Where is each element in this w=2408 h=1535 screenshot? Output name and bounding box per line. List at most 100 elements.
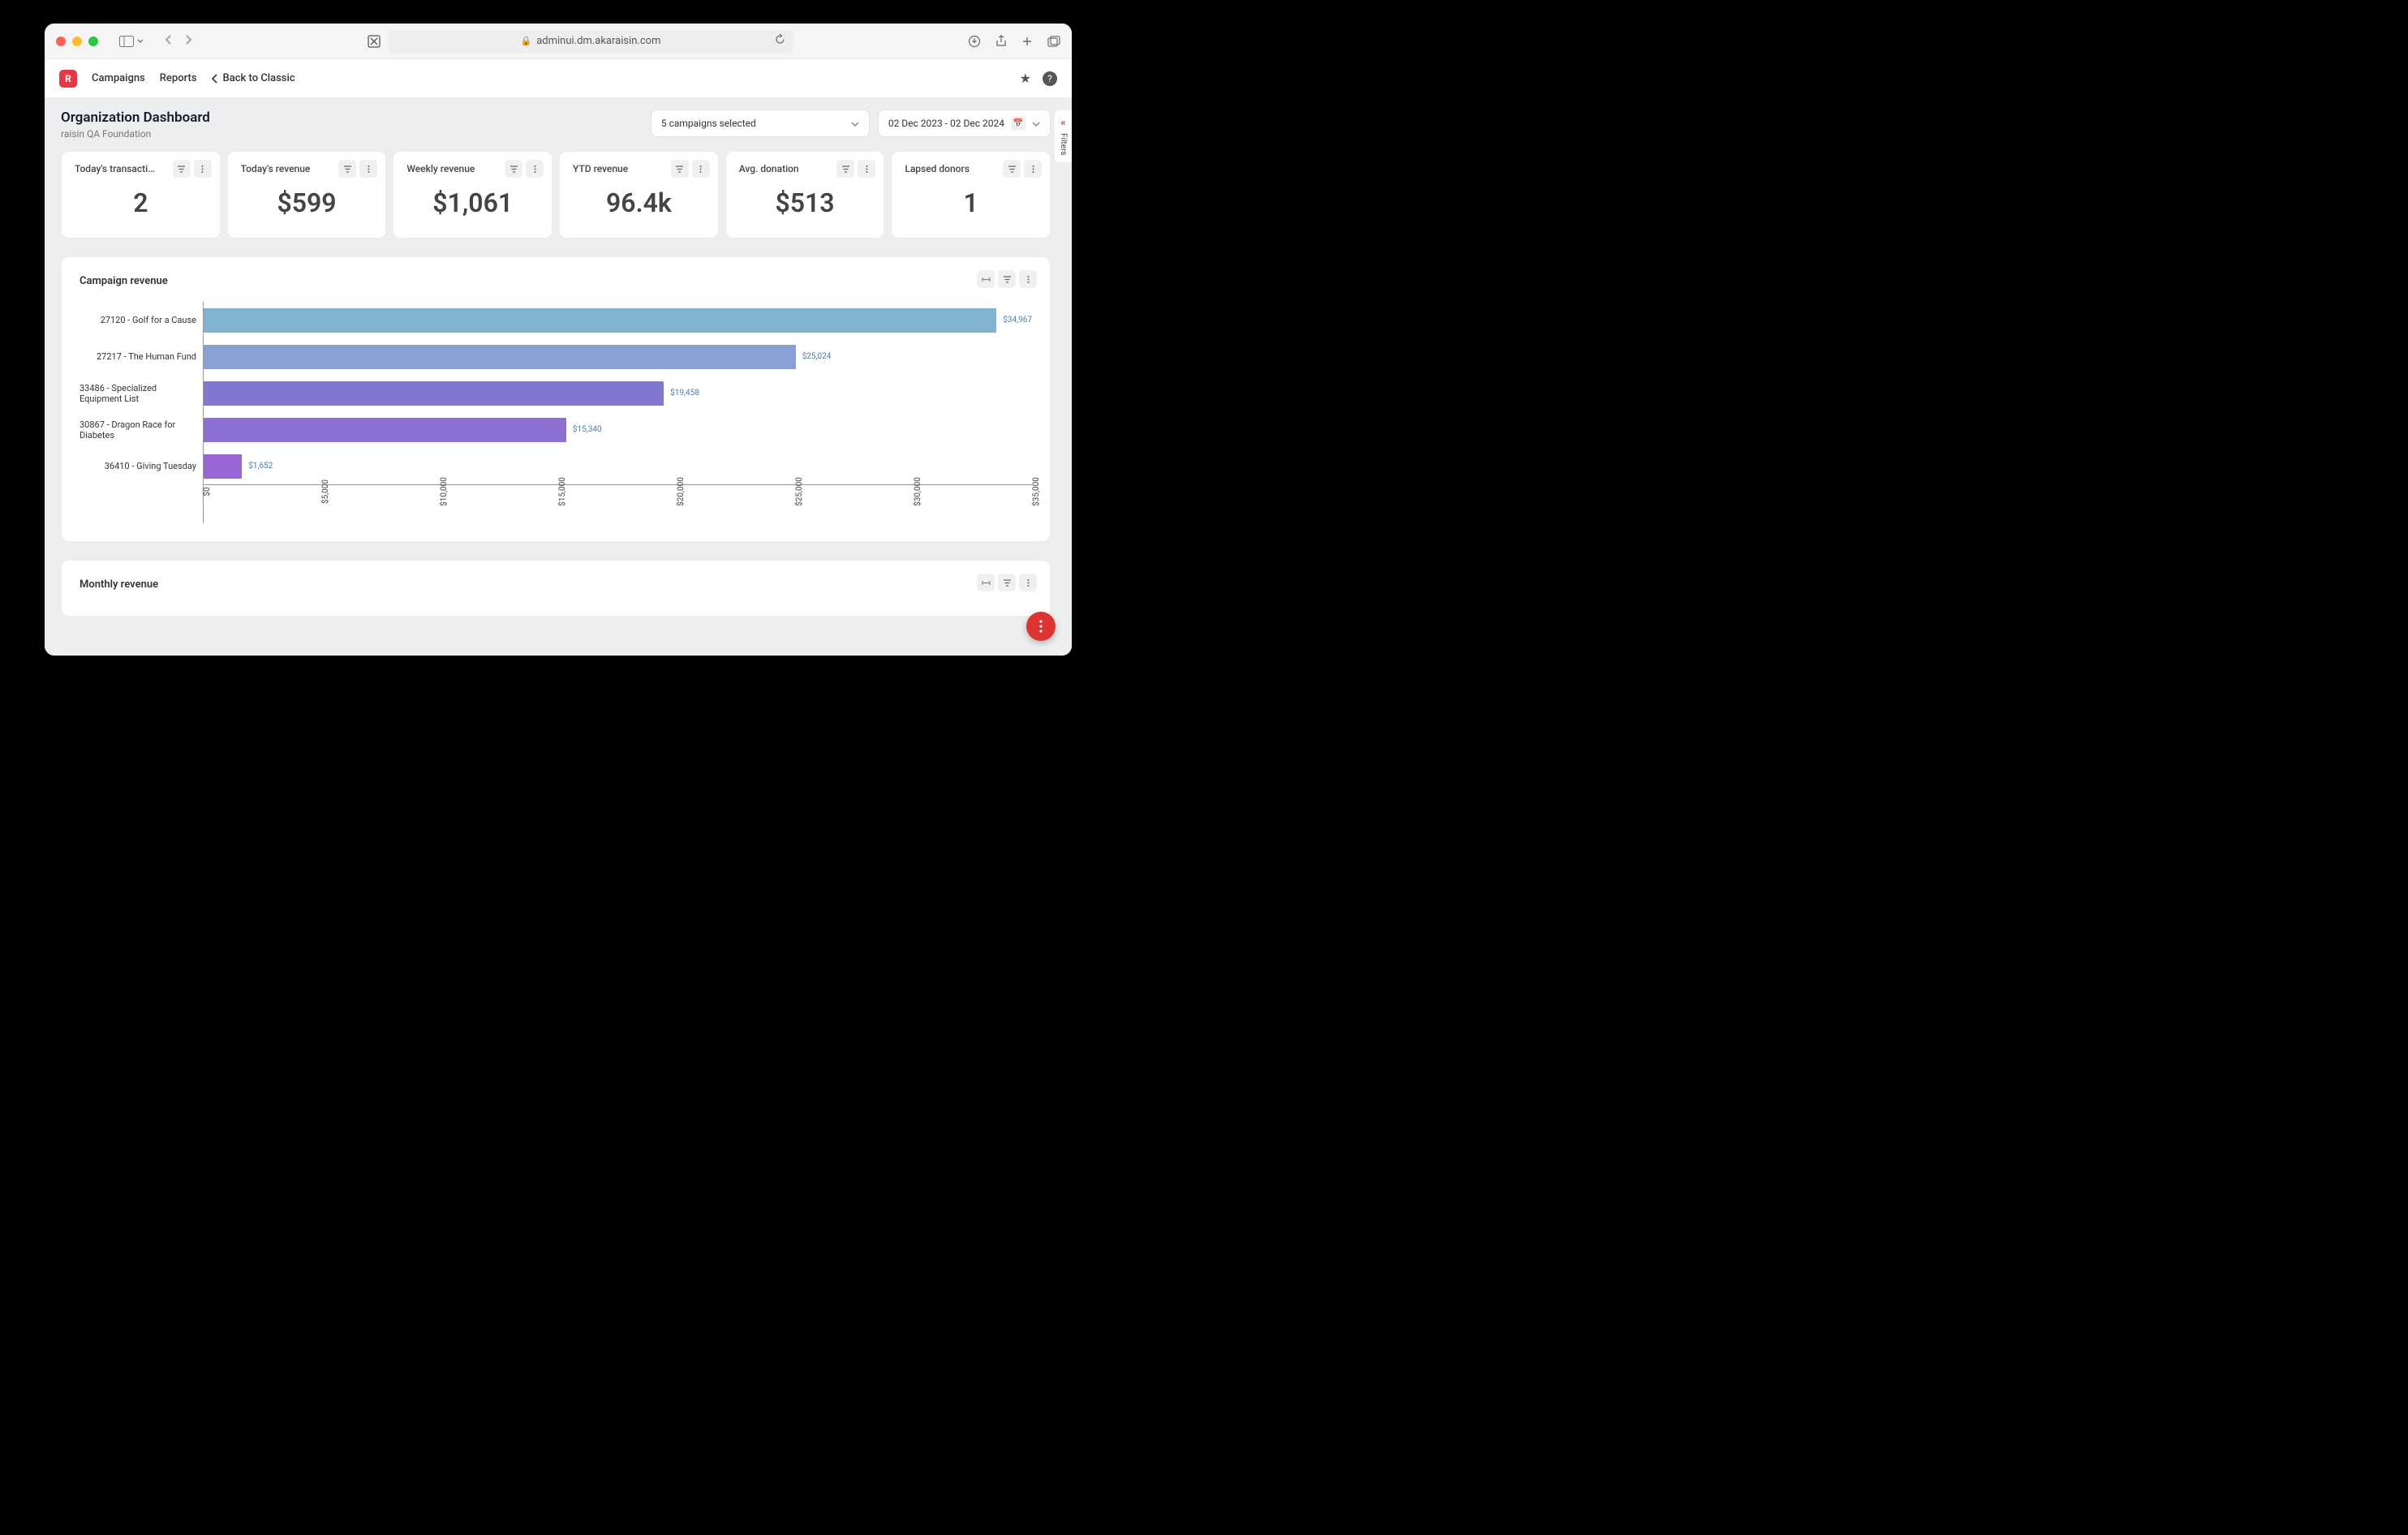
new-tab-icon[interactable]: [1021, 35, 1033, 48]
minimize-window-button[interactable]: [72, 37, 82, 46]
more-icon[interactable]: [1019, 270, 1037, 288]
chart-bar-value: $25,024: [802, 352, 832, 361]
titlebar: 🔒 adminui.dm.akaraisin.com: [45, 24, 1072, 59]
nav-reports[interactable]: Reports: [160, 72, 197, 84]
chart-bar[interactable]: [203, 454, 242, 479]
kpi-card: Lapsed donors 1: [891, 151, 1051, 239]
fullscreen-window-button[interactable]: [88, 37, 98, 46]
chart-y-label: 27217 - The Human Fund: [80, 338, 203, 375]
browser-window: 🔒 adminui.dm.akaraisin.com R Campaigns R…: [45, 24, 1072, 656]
favorites-icon[interactable]: ★: [1020, 71, 1031, 86]
kpi-label: Today's transactio…: [75, 163, 156, 174]
expand-icon[interactable]: [977, 270, 995, 288]
chart-x-tick: $25,000: [795, 477, 804, 506]
nav-back-to-classic[interactable]: Back to Classic: [212, 72, 295, 84]
chart-bar-row: $15,340: [203, 411, 1032, 448]
filter-icon[interactable]: [671, 160, 689, 178]
expand-icon[interactable]: [977, 574, 995, 591]
app-header: R Campaigns Reports Back to Classic ★ ?: [45, 59, 1072, 98]
card-title: Campaign revenue: [80, 275, 1032, 287]
chart-bar[interactable]: [203, 308, 996, 333]
more-icon[interactable]: [1019, 574, 1037, 591]
chart-y-label: 33486 - Specialized Equipment List: [80, 375, 203, 411]
chart-bar[interactable]: [203, 381, 664, 406]
filter-icon[interactable]: [505, 160, 522, 178]
refresh-icon[interactable]: [775, 34, 785, 48]
fab-more-button[interactable]: [1026, 612, 1056, 641]
page-title: Organization Dashboard: [61, 110, 210, 126]
card-title: Monthly revenue: [80, 578, 1032, 591]
kpi-label: Weekly revenue: [406, 163, 488, 174]
campaign-revenue-chart: 27120 - Golf for a Cause27217 - The Huma…: [80, 302, 1032, 523]
kpi-value: $1,061: [406, 187, 539, 218]
nav-forward-button[interactable]: [184, 33, 192, 49]
lock-icon: 🔒: [521, 36, 532, 46]
nav-campaigns[interactable]: Campaigns: [92, 72, 145, 84]
chart-bar-row: $19,458: [203, 375, 1032, 411]
app-body: « Filters Organization Dashboard raisin …: [45, 98, 1072, 656]
tabs-icon[interactable]: [1047, 35, 1060, 48]
kpi-label: YTD revenue: [573, 163, 654, 174]
help-icon[interactable]: ?: [1043, 71, 1057, 86]
sidebar-toggle[interactable]: [119, 36, 144, 47]
calendar-icon: 📅: [1011, 116, 1026, 131]
more-icon[interactable]: [692, 160, 710, 178]
chart-bar-value: $15,340: [573, 425, 602, 434]
filter-icon[interactable]: [998, 574, 1016, 591]
kpi-value: 96.4k: [573, 187, 705, 218]
more-icon[interactable]: [1024, 160, 1042, 178]
chevrons-left-icon: «: [1061, 117, 1066, 128]
app-logo[interactable]: R: [59, 70, 77, 88]
filter-icon[interactable]: [338, 160, 356, 178]
campaign-selector[interactable]: 5 campaigns selected: [651, 110, 870, 137]
downloads-icon[interactable]: [968, 35, 981, 48]
kpi-card: YTD revenue 96.4k: [559, 151, 719, 239]
kpi-card: Today's transactio… 2: [61, 151, 221, 239]
chart-x-tick: $20,000: [677, 477, 686, 506]
close-window-button[interactable]: [56, 37, 66, 46]
chart-bar-row: $34,967: [203, 302, 1032, 338]
kpi-value: $599: [241, 187, 373, 218]
nav-arrows: [165, 33, 192, 49]
more-icon[interactable]: [858, 160, 875, 178]
chevron-left-icon: [212, 74, 218, 84]
campaign-revenue-card: Campaign revenue 27120 - Golf for a Caus…: [61, 256, 1051, 542]
filter-icon[interactable]: [1003, 160, 1021, 178]
kpi-card: Today's revenue $599: [227, 151, 387, 239]
filters-panel-toggle[interactable]: « Filters: [1054, 110, 1072, 163]
kpi-value: $513: [739, 187, 871, 218]
chart-x-tick: $10,000: [440, 477, 449, 506]
chart-x-tick: $15,000: [558, 477, 567, 506]
chart-bar[interactable]: [203, 345, 796, 369]
kpi-card: Avg. donation $513: [725, 151, 885, 239]
chart-x-tick: $30,000: [914, 477, 922, 506]
kpi-card: Weekly revenue $1,061: [393, 151, 553, 239]
more-icon[interactable]: [526, 160, 544, 178]
chart-bar-value: $19,458: [670, 389, 699, 398]
kpi-value: 1: [905, 187, 1037, 218]
chart-x-tick: $35,000: [1032, 477, 1041, 506]
more-icon[interactable]: [194, 160, 212, 178]
monthly-revenue-card: Monthly revenue: [61, 560, 1051, 617]
filters-label: Filters: [1059, 133, 1068, 156]
chart-bar[interactable]: [203, 418, 566, 442]
filter-icon[interactable]: [173, 160, 191, 178]
chart-bar-value: $34,967: [1003, 316, 1032, 325]
traffic-lights: [56, 37, 98, 46]
filter-icon[interactable]: [836, 160, 854, 178]
chart-x-tick: $5,000: [321, 479, 330, 504]
chevron-down-icon: [851, 118, 859, 129]
kpi-label: Avg. donation: [739, 163, 820, 174]
date-range-selector[interactable]: 02 Dec 2023 - 02 Dec 2024 📅: [878, 110, 1051, 137]
chart-y-label: 36410 - Giving Tuesday: [80, 448, 203, 484]
page-header: Organization Dashboard raisin QA Foundat…: [61, 110, 1051, 140]
nav-back-button[interactable]: [165, 33, 173, 49]
filter-icon[interactable]: [998, 270, 1016, 288]
more-icon[interactable]: [359, 160, 377, 178]
chart-bar-value: $1,652: [248, 462, 273, 471]
kpi-label: Lapsed donors: [905, 163, 986, 174]
site-settings-icon[interactable]: [367, 34, 381, 49]
share-icon[interactable]: [995, 35, 1007, 48]
chart-y-label: 27120 - Golf for a Cause: [80, 302, 203, 338]
url-bar[interactable]: 🔒 adminui.dm.akaraisin.com: [388, 30, 793, 53]
